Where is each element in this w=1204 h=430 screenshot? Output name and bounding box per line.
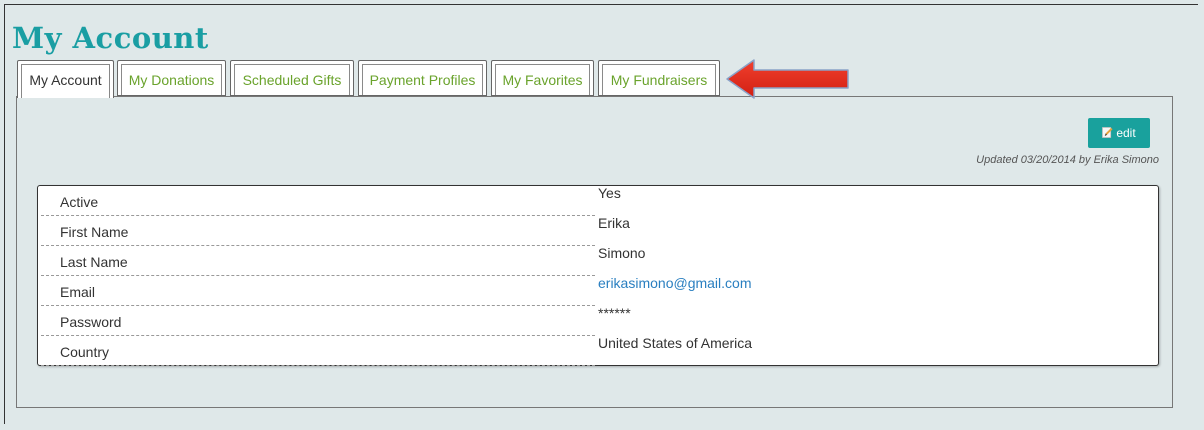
email-link[interactable]: erikasimono@gmail.com — [598, 275, 751, 291]
pencil-document-icon — [1102, 127, 1113, 138]
row-last-name: Last Name Simono — [38, 245, 1158, 276]
tab-my-donations[interactable]: My Donations — [117, 60, 226, 96]
tab-my-fundraisers[interactable]: My Fundraisers — [598, 60, 720, 96]
row-email: Email erikasimono@gmail.com — [38, 275, 1158, 306]
row-value: Erika — [598, 215, 630, 231]
row-label: Email — [41, 276, 595, 306]
tab-scheduled-gifts[interactable]: Scheduled Gifts — [230, 60, 354, 96]
row-value: United States of America — [598, 335, 753, 351]
row-value: Simono — [598, 245, 646, 261]
page-title: My Account — [12, 21, 209, 55]
row-label: Last Name — [41, 246, 595, 276]
row-label: First Name — [41, 216, 595, 246]
tab-my-favorites[interactable]: My Favorites — [491, 60, 594, 96]
row-country: Country United States of America — [38, 335, 1158, 366]
tab-my-account[interactable]: My Account — [17, 60, 114, 98]
edit-button-label: edit — [1116, 126, 1136, 140]
row-label: Active — [41, 186, 595, 216]
row-label: Password — [41, 306, 595, 336]
edit-button[interactable]: edit — [1088, 118, 1150, 148]
row-label: Country — [41, 336, 595, 366]
updated-info: Updated 03/20/2014 by Erika Simono — [976, 154, 1159, 166]
row-password: Password ****** — [38, 305, 1158, 336]
account-panel: edit Updated 03/20/2014 by Erika Simono … — [16, 96, 1173, 408]
row-first-name: First Name Erika — [38, 215, 1158, 246]
row-value: Yes — [598, 185, 621, 201]
account-info-table: Active Yes First Name Erika Last Name Si… — [37, 185, 1159, 366]
row-active: Active Yes — [38, 185, 1158, 216]
row-value: ****** — [598, 305, 631, 321]
red-arrow-icon — [726, 59, 849, 99]
tab-payment-profiles[interactable]: Payment Profiles — [358, 60, 487, 96]
